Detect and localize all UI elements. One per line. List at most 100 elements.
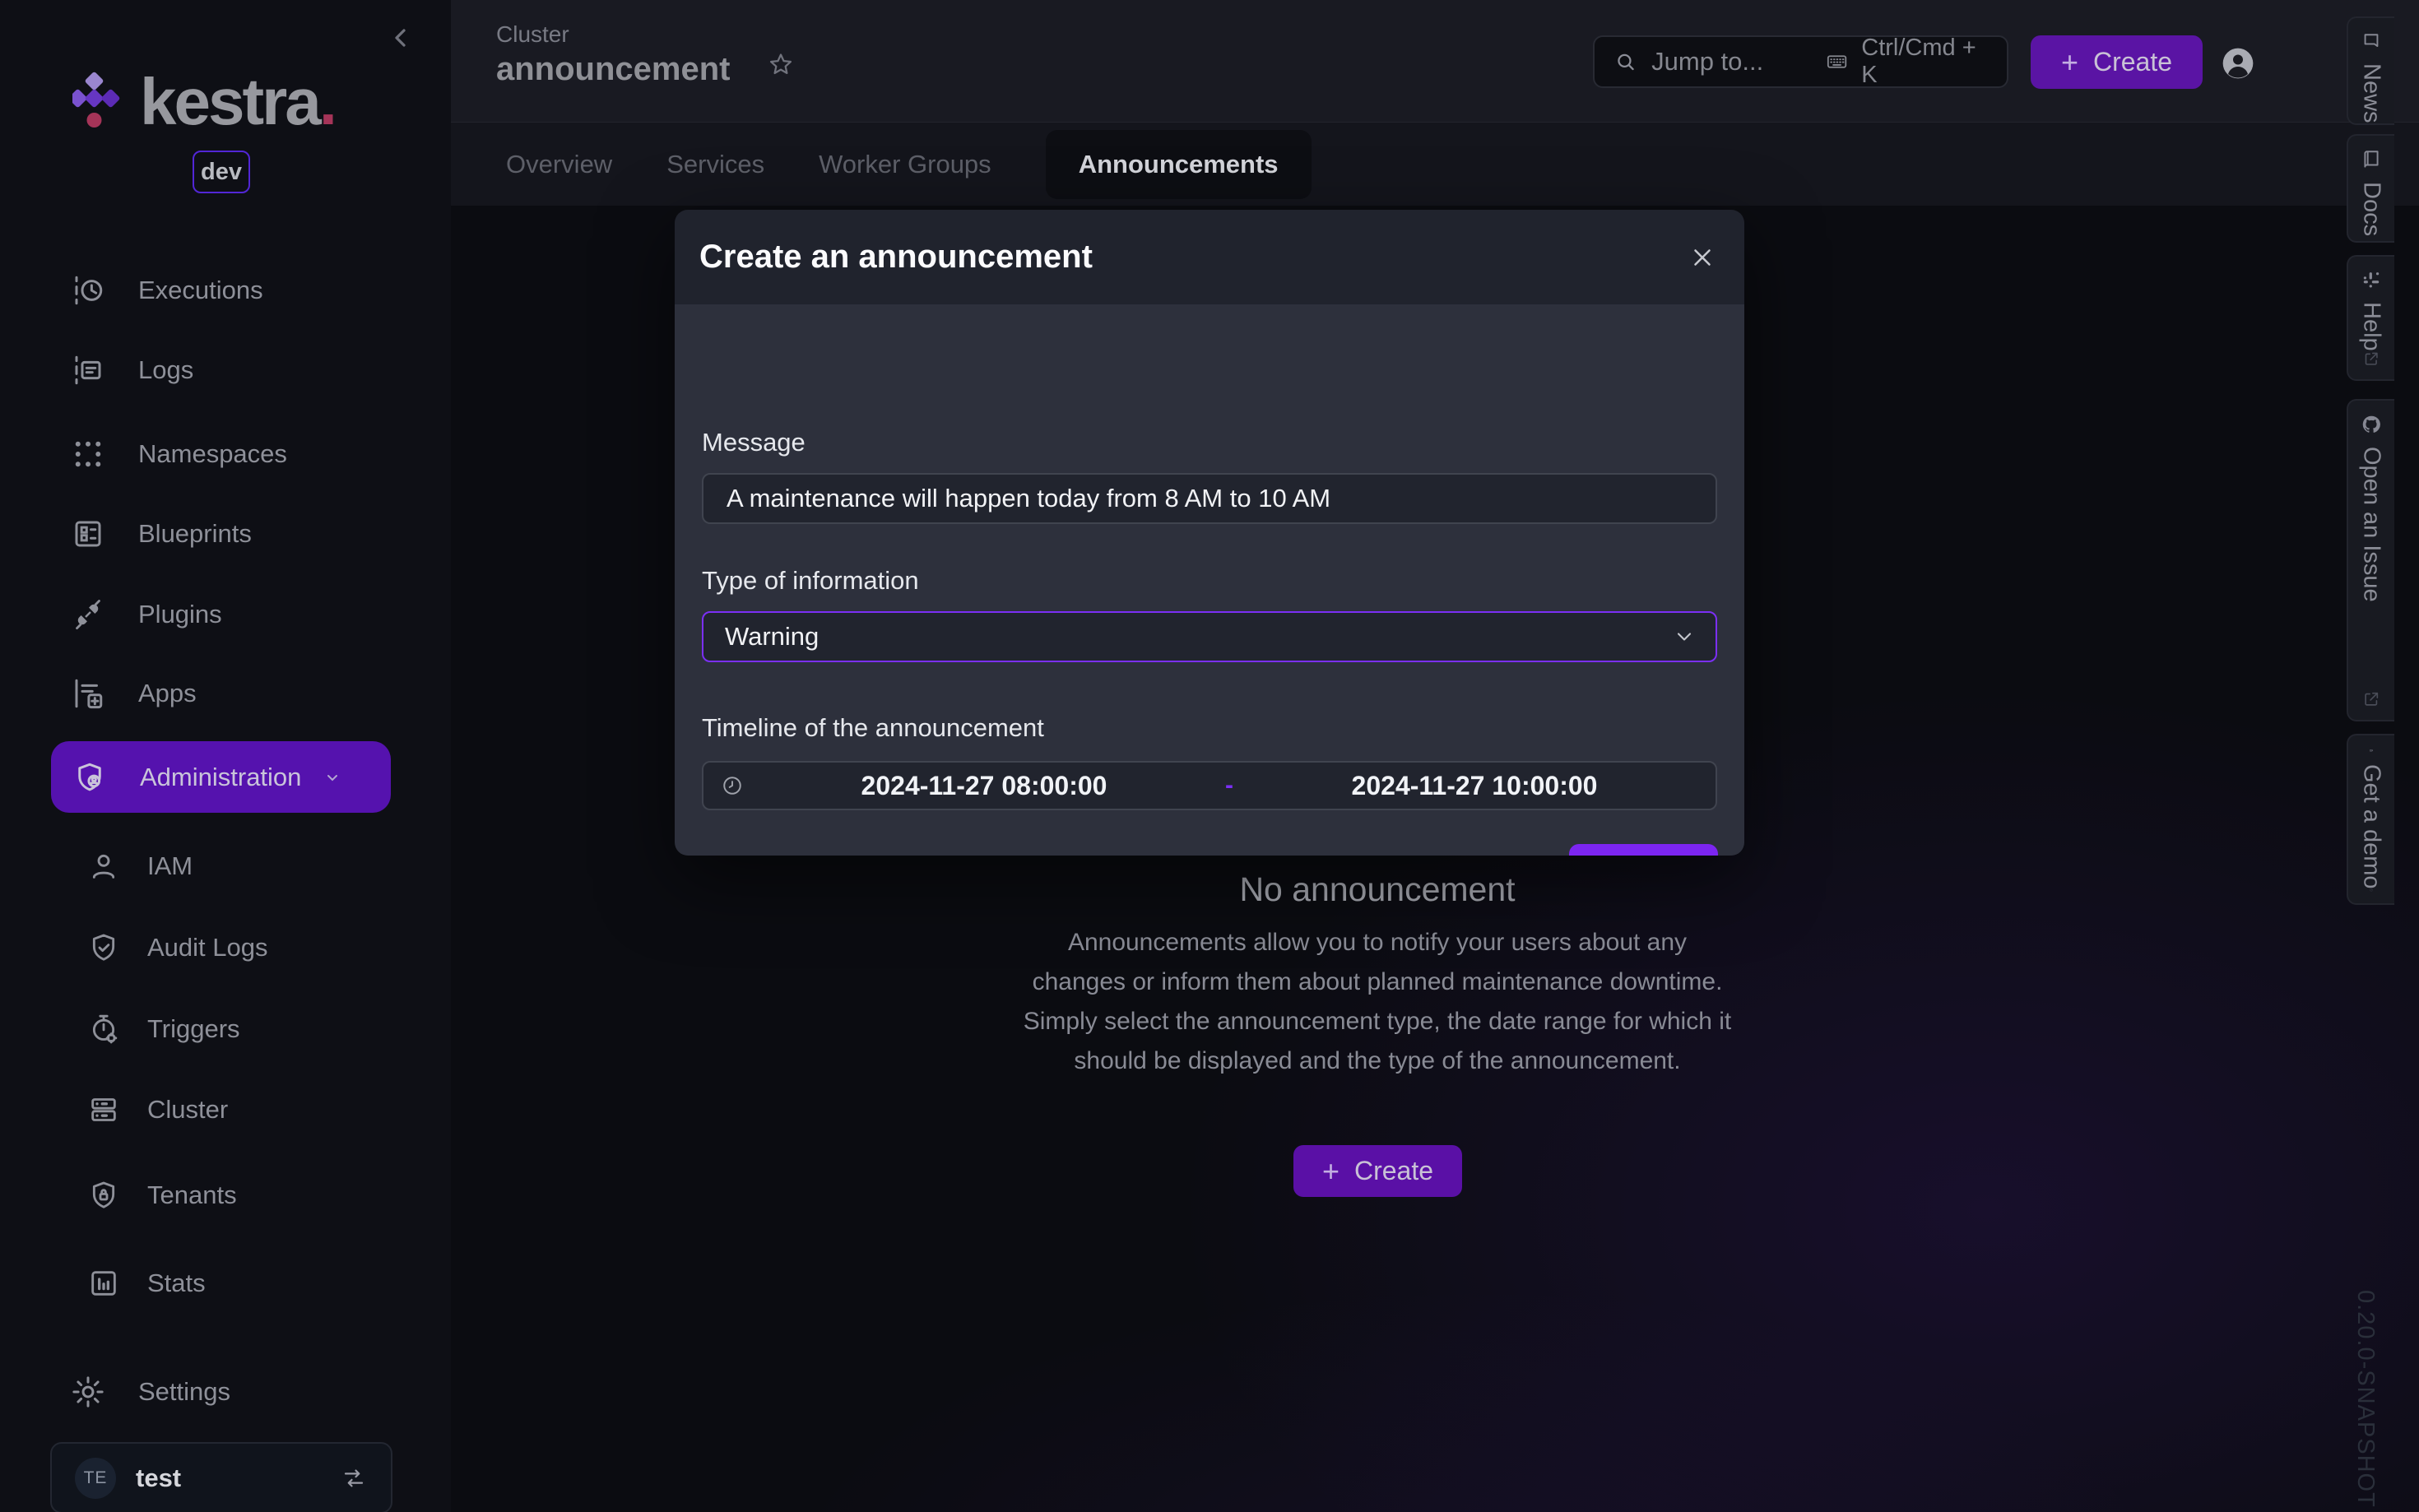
sidebar-item-label: Namespaces bbox=[138, 439, 287, 469]
create-button-header[interactable]: + Create bbox=[2031, 35, 2203, 89]
modal-title: Create an announcement bbox=[699, 239, 1093, 276]
rail-item-label: Help bbox=[2358, 302, 2385, 351]
timeline-range-field[interactable]: 2024-11-27 08:00:00 - 2024-11-27 10:00:0… bbox=[702, 761, 1717, 810]
executions-icon bbox=[71, 273, 105, 308]
sidebar-item-triggers[interactable]: Triggers bbox=[49, 1004, 402, 1055]
sidebar-item-plugins[interactable]: Plugins bbox=[49, 589, 402, 640]
rail-item-get-a-demo[interactable]: Get a demo bbox=[2347, 734, 2394, 905]
sidebar-item-label: Tenants bbox=[147, 1180, 237, 1210]
sidebar-item-label: Logs bbox=[138, 355, 193, 385]
plus-icon: + bbox=[2061, 45, 2078, 80]
sidebar-item-label: Plugins bbox=[138, 600, 222, 629]
sidebar-item-tenants[interactable]: Tenants bbox=[49, 1170, 402, 1221]
tab-worker-groups[interactable]: Worker Groups bbox=[819, 150, 991, 179]
rail-item-docs[interactable]: Docs bbox=[2347, 134, 2394, 243]
modal-header: Create an announcement bbox=[675, 210, 1744, 304]
sidebar-item-iam[interactable]: IAM bbox=[49, 841, 402, 892]
type-select-value: Warning bbox=[725, 622, 819, 652]
plus-icon: + bbox=[1322, 1154, 1340, 1189]
cluster-icon bbox=[87, 1093, 120, 1126]
favorite-star-icon[interactable] bbox=[767, 51, 795, 79]
github-icon bbox=[2361, 414, 2382, 435]
create-button-empty-state[interactable]: + Create bbox=[1293, 1145, 1462, 1197]
blueprints-icon bbox=[71, 517, 105, 551]
sidebar-item-administration[interactable]: Administration bbox=[51, 741, 391, 813]
stats-icon bbox=[87, 1267, 120, 1300]
message-field[interactable] bbox=[702, 473, 1717, 524]
clock-icon bbox=[722, 775, 743, 796]
sidebar-item-label: IAM bbox=[147, 851, 193, 881]
logs-icon bbox=[71, 353, 105, 387]
tenant-name: test bbox=[136, 1463, 181, 1493]
namespaces-icon bbox=[71, 437, 105, 471]
tabs: Overview Services Worker Groups Announce… bbox=[506, 123, 1312, 206]
type-select[interactable]: Warning bbox=[702, 611, 1717, 662]
environment-badge: dev bbox=[193, 151, 250, 193]
iam-icon bbox=[87, 850, 120, 883]
sidebar-item-logs[interactable]: Logs bbox=[49, 345, 402, 396]
rail-item-open-an-issue[interactable]: Open an Issue bbox=[2347, 399, 2394, 721]
sidebar-item-label: Administration bbox=[140, 763, 301, 792]
search-shortcut: Ctrl/Cmd + K bbox=[1861, 35, 1985, 89]
sidebar-collapse-button[interactable] bbox=[387, 23, 416, 53]
message-label: Message bbox=[702, 428, 806, 457]
rail-item-label: Open an Issue bbox=[2358, 447, 2385, 602]
sidebar-item-label: Triggers bbox=[147, 1014, 240, 1044]
tenants-icon bbox=[87, 1179, 120, 1212]
logo-text: kestra. bbox=[140, 64, 335, 140]
apps-icon bbox=[71, 676, 105, 711]
sidebar-item-apps[interactable]: Apps bbox=[49, 668, 402, 719]
save-button[interactable]: Save bbox=[1569, 844, 1718, 856]
modal-body: Message Type of information Warning Time… bbox=[675, 304, 1744, 856]
sidebar-item-audit-logs[interactable]: Audit Logs bbox=[49, 922, 402, 973]
kestra-logo[interactable]: kestra. bbox=[72, 67, 369, 133]
triggers-icon bbox=[87, 1013, 120, 1046]
tabs-bar: Overview Services Worker Groups Announce… bbox=[451, 123, 2419, 206]
tenant-avatar: TE bbox=[75, 1458, 116, 1499]
range-separator: - bbox=[1225, 772, 1233, 800]
rail-item-news[interactable]: News bbox=[2347, 16, 2394, 125]
message-input[interactable] bbox=[725, 483, 1699, 514]
sidebar-item-namespaces[interactable]: Namespaces bbox=[49, 429, 402, 480]
create-announcement-modal: Create an announcement Message Type of i… bbox=[675, 210, 1744, 856]
empty-state-title: No announcement bbox=[1024, 870, 1731, 909]
tab-services[interactable]: Services bbox=[666, 150, 764, 179]
docs-icon bbox=[2361, 149, 2382, 170]
administration-icon bbox=[72, 760, 107, 795]
rail-item-help[interactable]: Help bbox=[2347, 255, 2394, 381]
sidebar: kestra. dev Executions Logs Namespaces B… bbox=[0, 0, 452, 1512]
rail-item-label: Docs bbox=[2358, 182, 2385, 236]
sidebar-item-executions[interactable]: Executions bbox=[49, 265, 402, 316]
tenant-switcher[interactable]: TE test bbox=[50, 1442, 392, 1512]
sidebar-item-label: Audit Logs bbox=[147, 933, 268, 962]
plugins-icon bbox=[71, 597, 105, 632]
sidebar-item-stats[interactable]: Stats bbox=[49, 1258, 402, 1309]
tab-overview[interactable]: Overview bbox=[506, 150, 612, 179]
sidebar-item-settings[interactable]: Settings bbox=[49, 1366, 402, 1417]
close-icon[interactable] bbox=[1688, 243, 1716, 271]
sidebar-item-label: Stats bbox=[147, 1269, 206, 1298]
user-avatar[interactable] bbox=[2222, 47, 2254, 80]
type-label: Type of information bbox=[702, 566, 919, 596]
version-label: 0.20.0-SNAPSHOT bbox=[2352, 1290, 2379, 1508]
settings-icon bbox=[71, 1375, 105, 1409]
create-button-label: Create bbox=[2093, 47, 2172, 77]
chevron-down-icon bbox=[323, 768, 342, 787]
sidebar-item-cluster[interactable]: Cluster bbox=[49, 1084, 402, 1135]
create-button-label: Create bbox=[1354, 1156, 1433, 1186]
timeline-label: Timeline of the announcement bbox=[702, 713, 1044, 743]
search-input[interactable] bbox=[1650, 46, 1826, 77]
sidebar-item-label: Apps bbox=[138, 679, 197, 708]
external-link-icon bbox=[2362, 350, 2380, 368]
timeline-end-value[interactable]: 2024-11-27 10:00:00 bbox=[1233, 771, 1716, 801]
page-header: Cluster announcement Ctrl/Cmd + K + Crea… bbox=[451, 0, 2419, 123]
keyboard-icon bbox=[1826, 49, 1848, 74]
sidebar-item-blueprints[interactable]: Blueprints bbox=[49, 508, 402, 559]
news-icon bbox=[2361, 31, 2382, 52]
timeline-start-value[interactable]: 2024-11-27 08:00:00 bbox=[743, 771, 1225, 801]
rail-item-label: News bbox=[2358, 63, 2385, 123]
tab-announcements[interactable]: Announcements bbox=[1046, 130, 1312, 199]
global-search[interactable]: Ctrl/Cmd + K bbox=[1593, 35, 2008, 88]
search-icon bbox=[1614, 49, 1637, 74]
sidebar-item-label: Executions bbox=[138, 276, 263, 305]
